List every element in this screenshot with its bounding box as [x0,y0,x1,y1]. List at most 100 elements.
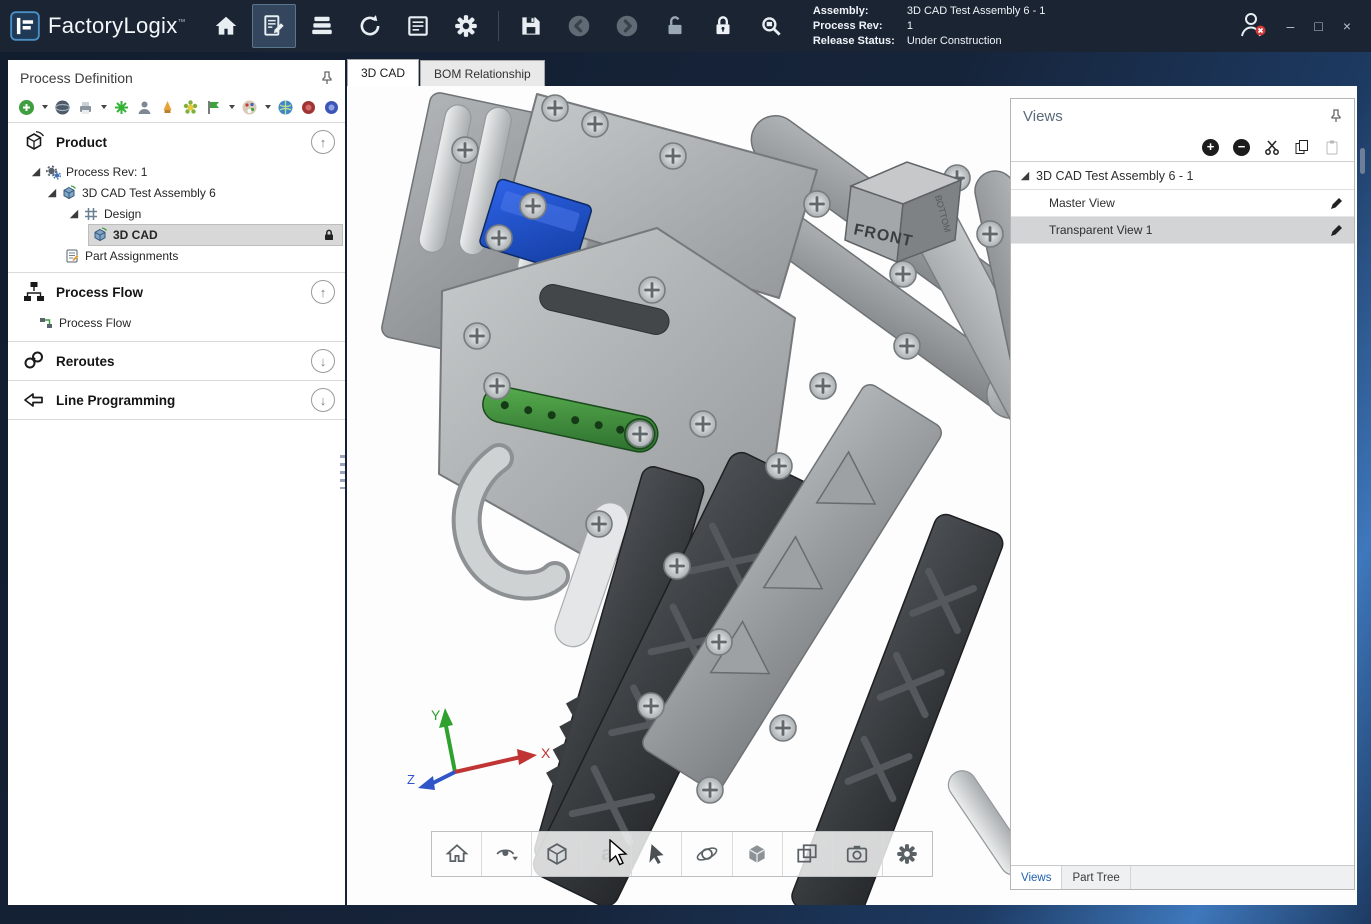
release-status-label: Release Status: [813,34,907,49]
pin-icon[interactable] [319,70,335,86]
viewport-settings-button[interactable] [883,832,932,876]
section-label: Process Flow [56,285,143,300]
green-star-button[interactable] [113,99,130,116]
minimize-button[interactable]: – [1287,19,1295,33]
section-label: Line Programming [56,393,175,408]
view-home-button[interactable] [432,832,482,876]
sync-button[interactable] [348,4,392,48]
record-button[interactable] [300,99,317,116]
add-button[interactable] [18,99,35,116]
expander-icon[interactable] [46,187,58,199]
orbit-rotate-button[interactable] [682,832,732,876]
close-button[interactable]: × [1343,19,1351,33]
panel-splitter[interactable] [340,455,345,489]
panel-title: Process Definition [20,70,133,86]
add-dropdown-caret[interactable] [42,105,48,109]
section-view-button[interactable] [783,832,833,876]
flower-button[interactable] [182,99,199,116]
view-orientation-cube[interactable]: FRONT BOTTOM [837,144,987,269]
process-flow-icon [22,280,46,304]
process-rev-value: 1 [907,19,1046,34]
edit-view-button[interactable] [1329,223,1344,238]
tab-3d-cad[interactable]: 3D CAD [347,59,419,86]
pin-icon[interactable] [1328,108,1344,124]
unlock-button[interactable] [653,4,697,48]
reports-button[interactable] [396,4,440,48]
part-assignments-icon [64,248,80,264]
lock-button[interactable] [701,4,745,48]
snapshot-camera-button[interactable] [833,832,883,876]
save-button[interactable] [509,4,553,48]
process-definition-button[interactable] [252,4,296,48]
collapse-process-flow-button[interactable]: ↑ [311,280,335,304]
views-root-node[interactable]: 3D CAD Test Assembly 6 - 1 [1011,162,1354,190]
section-line-programming[interactable]: Line Programming ↓ [8,381,345,419]
print-button[interactable] [77,99,94,116]
section-reroutes[interactable]: Reroutes ↓ [8,342,345,380]
back-button[interactable] [557,4,601,48]
cut-button[interactable] [1264,139,1280,155]
expander-icon[interactable] [68,208,80,220]
axis-triad: Y X Z [405,704,565,814]
release-status-value: Under Construction [907,34,1046,49]
tree-item-design[interactable]: Design [8,203,345,224]
view-item-master[interactable]: Master View [1011,190,1354,217]
section-product[interactable]: Product ↑ [8,123,345,161]
home-button[interactable] [204,4,248,48]
add-view-button[interactable]: + [1202,139,1219,156]
globe-dark-button[interactable] [54,99,71,116]
tab-bom-relationship[interactable]: BOM Relationship [420,60,545,86]
right-edge-grip[interactable] [1360,148,1365,174]
person-button[interactable] [136,99,153,116]
palette-dropdown-caret[interactable] [265,105,271,109]
cad-viewport[interactable]: .m1{fill:url(#gm1);stroke:#787d80;stroke… [347,86,1357,905]
forward-button[interactable] [605,4,649,48]
tree-item-process-flow[interactable]: Process Flow [8,311,345,335]
settings-button[interactable] [444,4,488,48]
expand-line-programming-button[interactable]: ↓ [311,388,335,412]
expander-icon[interactable] [30,166,42,178]
shaded-cube-button[interactable] [532,832,582,876]
tab-part-tree[interactable]: Part Tree [1062,866,1130,889]
process-toolbar [8,94,345,122]
flag-dropdown-caret[interactable] [229,105,235,109]
assembly-cube-icon [61,185,77,201]
tree-item-process-rev[interactable]: Process Rev: 1 [8,161,345,182]
flag-button[interactable] [205,99,222,116]
assembly-info: Assembly:3D CAD Test Assembly 6 - 1 Proc… [813,4,1046,49]
selected-tree-item[interactable]: 3D CAD [88,224,343,246]
trophy-button[interactable] [159,99,176,116]
palette-button[interactable] [241,99,258,116]
globe-button[interactable] [277,99,294,116]
paste-button[interactable] [1324,139,1340,155]
main-area: 3D CAD BOM Relationship .m1{fill:url(#gm… [347,60,1357,905]
materials-button[interactable] [300,4,344,48]
view-options-button[interactable] [482,832,532,876]
views-panel-tabs: Views Part Tree [1011,865,1354,889]
remove-view-button[interactable]: − [1233,139,1250,156]
tree-item-part-assignments[interactable]: Part Assignments [8,245,345,266]
select-pointer-button[interactable] [632,832,682,876]
toolbar-separator [498,11,499,41]
tree-item-assembly[interactable]: 3D CAD Test Assembly 6 [8,182,345,203]
design-grid-icon [83,206,99,222]
tab-views[interactable]: Views [1011,866,1062,889]
tree-item-3d-cad[interactable]: 3D CAD [8,224,345,245]
expander-icon[interactable] [1019,170,1031,182]
reroutes-icon [22,349,46,373]
view-item-transparent[interactable]: Transparent View 1 [1011,217,1354,244]
maximize-button[interactable]: □ [1314,19,1322,33]
info-button[interactable] [323,99,340,116]
assembly-cube-icon [92,227,108,243]
mouse-cursor [609,839,635,869]
copy-button[interactable] [1294,139,1310,155]
expand-reroutes-button[interactable]: ↓ [311,349,335,373]
print-dropdown-caret[interactable] [101,105,107,109]
audit-search-button[interactable] [749,4,793,48]
process-rev-label: Process Rev: [813,19,907,34]
section-process-flow[interactable]: Process Flow ↑ [8,273,345,311]
edit-view-button[interactable] [1329,196,1344,211]
user-logout-button[interactable] [1233,6,1273,46]
solid-box-button[interactable] [733,832,783,876]
collapse-product-button[interactable]: ↑ [311,130,335,154]
